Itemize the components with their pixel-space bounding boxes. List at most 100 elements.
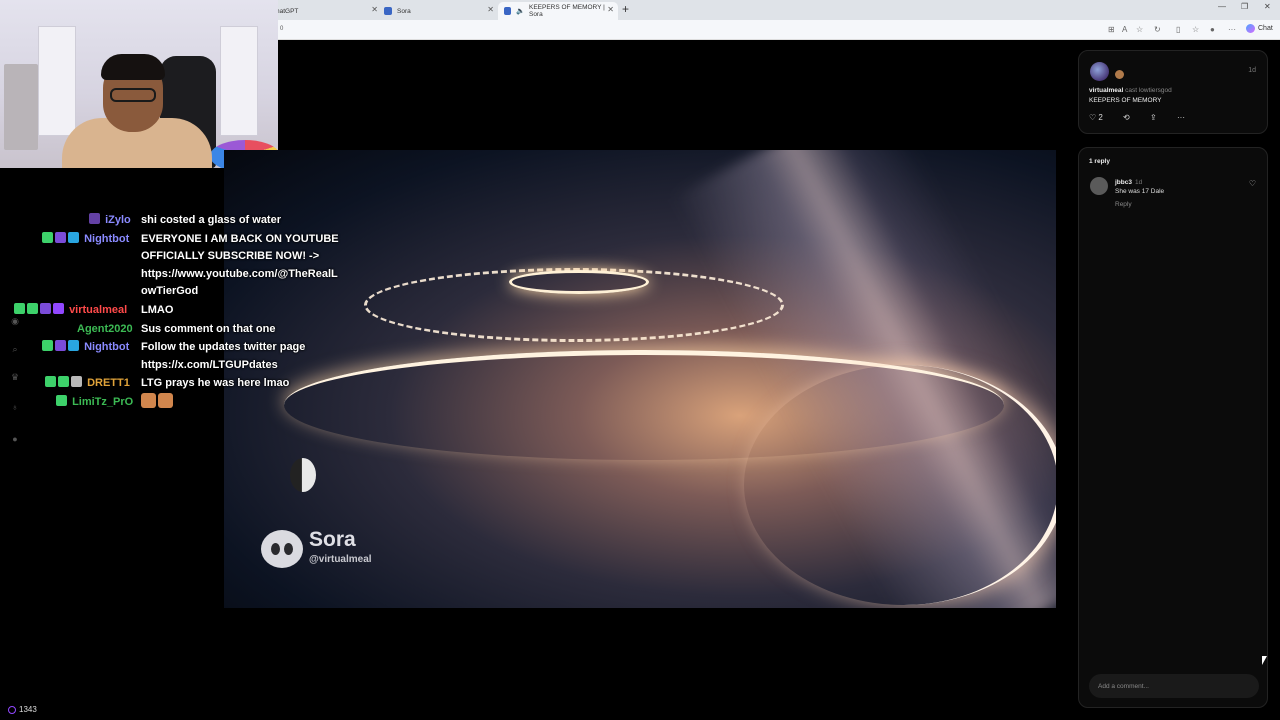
moderator-badge-icon bbox=[42, 340, 53, 351]
tab-chatgpt[interactable]: hatGPT ✕ bbox=[270, 2, 382, 20]
background-door bbox=[38, 26, 76, 136]
more-options-button[interactable]: ··· bbox=[1177, 113, 1185, 122]
read-aloud-icon[interactable]: A bbox=[1122, 25, 1127, 34]
post-title: KEEPERS OF MEMORY bbox=[1089, 97, 1162, 104]
chat-username[interactable]: DRETT1 bbox=[87, 377, 130, 389]
share-icon[interactable]: ⇪ bbox=[1150, 113, 1157, 122]
sora-logo-icon bbox=[261, 530, 303, 568]
post-cast: cast lowtiersgod bbox=[1125, 87, 1172, 94]
plus-icon[interactable]: + bbox=[622, 2, 629, 16]
favorites-icon[interactable]: ☆ bbox=[1192, 25, 1199, 34]
partner-badge-icon bbox=[55, 232, 66, 243]
chat-message: iZylo bbox=[89, 211, 131, 229]
heart-icon: ♡ bbox=[1089, 113, 1097, 122]
chat-username[interactable]: iZylo bbox=[105, 214, 131, 226]
profile-icon[interactable]: ● bbox=[1210, 25, 1215, 34]
chat-text: LTG prays he was here lmao bbox=[141, 377, 290, 389]
moderator-badge-icon bbox=[45, 376, 56, 387]
viewer-count-value: 1343 bbox=[19, 705, 37, 714]
moon bbox=[290, 458, 316, 492]
partner-badge-icon bbox=[40, 303, 51, 314]
reply-author-line: jbbc3 1d bbox=[1115, 179, 1142, 186]
tab-keepers-of-memory[interactable]: 🔈 KEEPERS OF MEMORY | Sora ✕ bbox=[498, 2, 618, 20]
reply-author[interactable]: jbbc3 bbox=[1115, 179, 1132, 186]
moderator-badge-icon bbox=[42, 232, 53, 243]
sora-favicon-icon bbox=[504, 7, 512, 15]
chat-text: EVERYONE I AM BACK ON YOUTUBE bbox=[141, 233, 339, 245]
replies-count: 1 reply bbox=[1089, 158, 1110, 165]
more-icon[interactable]: ··· bbox=[1228, 25, 1236, 34]
chat-message: LimiTz_PrO bbox=[56, 393, 133, 411]
subscriber-badge-icon bbox=[53, 303, 64, 314]
mouse-cursor bbox=[1262, 656, 1267, 665]
webcam-overlay bbox=[0, 0, 278, 168]
chat-message: virtualmeal bbox=[14, 301, 127, 319]
chat-button-label: Chat bbox=[1258, 25, 1273, 32]
refresh-icon[interactable]: ↻ bbox=[1154, 25, 1161, 34]
viewers-icon bbox=[8, 705, 16, 714]
chat-text: Sus comment on that one bbox=[141, 323, 276, 335]
copilot-chat-button[interactable]: Chat bbox=[1246, 24, 1273, 33]
close-icon[interactable]: ✕ bbox=[607, 5, 614, 14]
screen: hatGPT ✕ Sora ✕ 🔈 KEEPERS OF MEMORY | So… bbox=[0, 0, 1280, 720]
close-icon[interactable]: ✕ bbox=[487, 5, 494, 14]
url-field[interactable]: 0 bbox=[280, 26, 283, 32]
chat-message: DRETT1 bbox=[45, 374, 130, 392]
minimize-icon[interactable]: — bbox=[1218, 2, 1226, 11]
close-icon[interactable]: ✕ bbox=[1264, 2, 1271, 11]
cameo-avatar[interactable] bbox=[1115, 70, 1124, 79]
tab-label: KEEPERS OF MEMORY | Sora bbox=[528, 4, 605, 18]
chat-username[interactable]: LimiTz_PrO bbox=[72, 396, 133, 408]
like-button[interactable]: ♡ 2 bbox=[1089, 113, 1103, 122]
reply-button[interactable]: Reply bbox=[1115, 201, 1132, 208]
chat-link[interactable]: https://x.com/LTGUPdates bbox=[141, 356, 278, 374]
like-count: 2 bbox=[1098, 113, 1103, 122]
chat-text: Follow the updates twitter page bbox=[141, 341, 306, 353]
tab-sora[interactable]: Sora ✕ bbox=[378, 2, 498, 20]
post-author[interactable]: virtualmeal bbox=[1089, 87, 1123, 94]
tab-label: hatGPT bbox=[276, 7, 299, 15]
chat-username[interactable]: Nightbot bbox=[84, 341, 129, 353]
streamer-glasses bbox=[110, 88, 156, 102]
split-screen-icon[interactable]: ▯ bbox=[1176, 25, 1180, 34]
copilot-icon bbox=[1246, 24, 1255, 33]
bell-icon[interactable]: ♁ bbox=[8, 402, 22, 412]
chat-username[interactable]: virtualmeal bbox=[69, 304, 127, 316]
restore-icon[interactable]: ❐ bbox=[1241, 2, 1248, 11]
avatar[interactable] bbox=[1090, 177, 1108, 195]
profile-icon[interactable]: ● bbox=[8, 434, 22, 444]
watermark-title: Sora bbox=[309, 528, 356, 551]
chat-emotes bbox=[141, 393, 175, 411]
sora-favicon-icon bbox=[384, 7, 392, 15]
trophy-icon[interactable]: ♛ bbox=[8, 372, 22, 383]
star-icon[interactable]: ☆ bbox=[1136, 25, 1143, 34]
chat-message: Nightbot bbox=[42, 230, 129, 248]
hype-badge-icon bbox=[71, 376, 82, 387]
chat-link[interactable]: https://www.youtube.com/@TheRealL bbox=[141, 265, 338, 283]
chat-username[interactable]: Agent2020 bbox=[77, 323, 133, 335]
heart-icon[interactable]: ♡ bbox=[1249, 179, 1256, 188]
vip-badge-icon bbox=[27, 303, 38, 314]
vip-badge-icon bbox=[58, 376, 69, 387]
emote-icon bbox=[141, 393, 156, 408]
remix-icon[interactable]: ⟲ bbox=[1123, 113, 1130, 122]
grid-icon[interactable]: ⊞ bbox=[1108, 25, 1115, 34]
chat-username[interactable]: Nightbot bbox=[84, 233, 129, 245]
prime-badge-icon bbox=[89, 213, 100, 224]
moderator-badge-icon bbox=[14, 303, 25, 314]
comment-input[interactable] bbox=[1089, 674, 1259, 698]
post-time: 1d bbox=[1248, 67, 1256, 74]
background-shelf bbox=[4, 64, 38, 150]
tab-label: Sora bbox=[397, 7, 411, 15]
speaker-icon[interactable]: 🔈 bbox=[516, 7, 525, 15]
chat-link[interactable]: owTierGod bbox=[141, 282, 198, 300]
search-icon[interactable]: ⌕ bbox=[8, 344, 22, 355]
post-card: 1d virtualmeal cast lowtiersgod KEEPERS … bbox=[1078, 50, 1268, 134]
avatar[interactable] bbox=[1090, 62, 1109, 81]
streamer-hair bbox=[101, 54, 165, 80]
gift-badge-icon bbox=[56, 395, 67, 406]
close-icon[interactable]: ✕ bbox=[371, 5, 378, 14]
light-trail bbox=[744, 365, 1056, 605]
video-player[interactable]: Sora @virtualmeal bbox=[224, 150, 1056, 608]
chat-text: LMAO bbox=[141, 304, 174, 316]
